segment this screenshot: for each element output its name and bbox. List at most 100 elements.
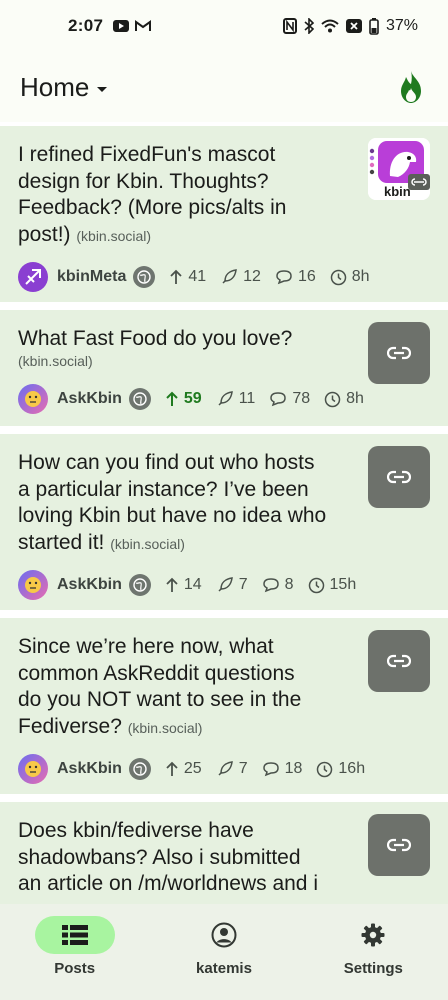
post-age: 8h xyxy=(324,390,364,408)
post-domain[interactable]: (kbin.social) xyxy=(76,228,151,244)
magazine-name[interactable]: AskKbin xyxy=(57,760,122,778)
post-title-line: common AskReddit questions xyxy=(18,661,295,685)
avatar[interactable] xyxy=(18,262,48,292)
comments-button[interactable]: 16 xyxy=(275,268,316,286)
rocket-icon xyxy=(218,761,233,776)
comment-count: 18 xyxy=(284,760,303,777)
post-domain[interactable]: (kbin.social) xyxy=(110,536,185,552)
link-icon xyxy=(387,470,411,484)
post-meta: kbinMeta 41 12 16 8h xyxy=(18,262,370,292)
comment-icon xyxy=(270,392,287,407)
link-thumbnail[interactable] xyxy=(368,322,430,384)
feed-selector[interactable]: Home xyxy=(20,72,89,103)
link-thumbnail[interactable] xyxy=(368,814,430,876)
magazine-name[interactable]: AskKbin xyxy=(57,576,122,594)
wifi-icon xyxy=(321,19,339,33)
clock-icon xyxy=(317,761,333,777)
upvote-count: 25 xyxy=(183,760,202,777)
thinking-face-icon xyxy=(25,761,41,777)
battery-icon xyxy=(369,17,379,35)
link-icon xyxy=(387,838,411,852)
list-icon xyxy=(61,925,88,945)
bottom-navigation: Posts katemis Settings xyxy=(0,904,448,1000)
post-title-line: Since we’re here now, what xyxy=(18,635,274,658)
boost-button[interactable]: 12 xyxy=(220,268,261,286)
post-title-line: Fediverse? xyxy=(18,714,122,738)
post-feed[interactable]: I refined FixedFun's mascot design for K… xyxy=(0,122,448,904)
arrow-up-icon xyxy=(166,761,178,776)
upvote-button[interactable]: 25 xyxy=(165,760,202,778)
rocket-icon xyxy=(218,577,233,592)
app-bar: Home xyxy=(0,52,448,122)
magazine-name[interactable]: kbinMeta xyxy=(57,268,126,286)
avatar[interactable] xyxy=(18,384,48,414)
post-card[interactable]: Since we’re here now, what common AskRed… xyxy=(0,618,448,794)
link-thumbnail[interactable] xyxy=(368,630,430,692)
comments-button[interactable]: 8 xyxy=(262,576,294,594)
youtube-icon xyxy=(113,20,130,32)
comment-icon xyxy=(276,270,292,285)
post-meta: AskKbin 59 11 78 8h xyxy=(18,384,364,414)
post-card[interactable]: How can you find out who hosts a particu… xyxy=(0,434,448,610)
post-age-text: 8h xyxy=(346,390,364,407)
upvote-count: 59 xyxy=(183,390,202,407)
post-title-line: How can you find out who hosts xyxy=(18,451,315,474)
post-age: 15h xyxy=(308,576,356,594)
rocket-icon xyxy=(218,391,233,406)
post-domain[interactable]: (kbin.social) xyxy=(128,720,203,736)
boost-button[interactable]: 7 xyxy=(216,760,248,778)
avatar[interactable] xyxy=(18,754,48,784)
dropdown-caret-icon[interactable] xyxy=(97,86,108,92)
battery-percent: 37% xyxy=(385,17,418,34)
upvote-button[interactable]: 59 xyxy=(165,390,202,408)
sort-hot-button[interactable] xyxy=(394,70,428,104)
post-title-line: a particular instance? I’ve been xyxy=(18,477,309,501)
account-circle-icon xyxy=(211,922,237,948)
magazine-name[interactable]: AskKbin xyxy=(57,390,122,408)
bluetooth-icon xyxy=(304,18,314,34)
post-card[interactable]: Does kbin/fediverse have shadowbans? Als… xyxy=(0,802,448,904)
post-image-thumbnail[interactable]: kbin xyxy=(368,138,430,200)
post-age: 16h xyxy=(316,760,365,778)
post-meta: AskKbin 25 7 18 16h xyxy=(18,754,365,784)
comment-count: 16 xyxy=(297,268,316,285)
boost-count: 12 xyxy=(243,268,261,285)
post-card[interactable]: I refined FixedFun's mascot design for K… xyxy=(0,126,448,302)
nav-account[interactable]: katemis xyxy=(149,904,298,1000)
arrow-up-icon xyxy=(166,577,178,592)
post-title-line: I refined FixedFun's mascot xyxy=(18,143,276,166)
link-icon xyxy=(387,654,411,668)
post-age-text: 8h xyxy=(351,268,370,285)
comment-icon xyxy=(262,762,279,777)
upvote-count: 41 xyxy=(188,268,207,285)
nav-posts-label: Posts xyxy=(54,960,96,977)
link-icon xyxy=(387,346,411,360)
arrow-up-icon xyxy=(170,269,182,284)
post-title-line: loving Kbin but have no idea who xyxy=(18,504,327,527)
thinking-face-icon xyxy=(25,391,41,407)
boost-button[interactable]: 7 xyxy=(216,576,248,594)
comment-count: 8 xyxy=(284,576,294,593)
avatar[interactable] xyxy=(18,570,48,600)
boost-count: 7 xyxy=(238,576,248,593)
boost-button[interactable]: 11 xyxy=(216,390,256,408)
boost-count: 11 xyxy=(238,390,256,407)
post-title-line: Feedback? (More pics/alts in xyxy=(18,196,287,219)
clock-icon xyxy=(324,391,341,407)
instance-globe-icon xyxy=(128,758,151,780)
instance-globe-icon xyxy=(133,266,156,288)
thinking-face-icon xyxy=(25,577,41,593)
nav-settings[interactable]: Settings xyxy=(299,904,448,1000)
comments-button[interactable]: 18 xyxy=(262,760,303,778)
gear-icon xyxy=(361,923,385,947)
link-thumbnail[interactable] xyxy=(368,446,430,508)
gmail-icon xyxy=(135,20,152,31)
status-bar: 2:07 37% xyxy=(0,0,448,52)
upvote-button[interactable]: 14 xyxy=(165,576,202,594)
upvote-button[interactable]: 41 xyxy=(169,268,206,286)
post-card[interactable]: What Fast Food do you love? (kbin.social… xyxy=(0,310,448,426)
thumb-brand-text: kbin xyxy=(384,184,411,199)
nav-posts[interactable]: Posts xyxy=(0,904,149,1000)
comment-count: 78 xyxy=(292,390,311,407)
comments-button[interactable]: 78 xyxy=(269,390,310,408)
